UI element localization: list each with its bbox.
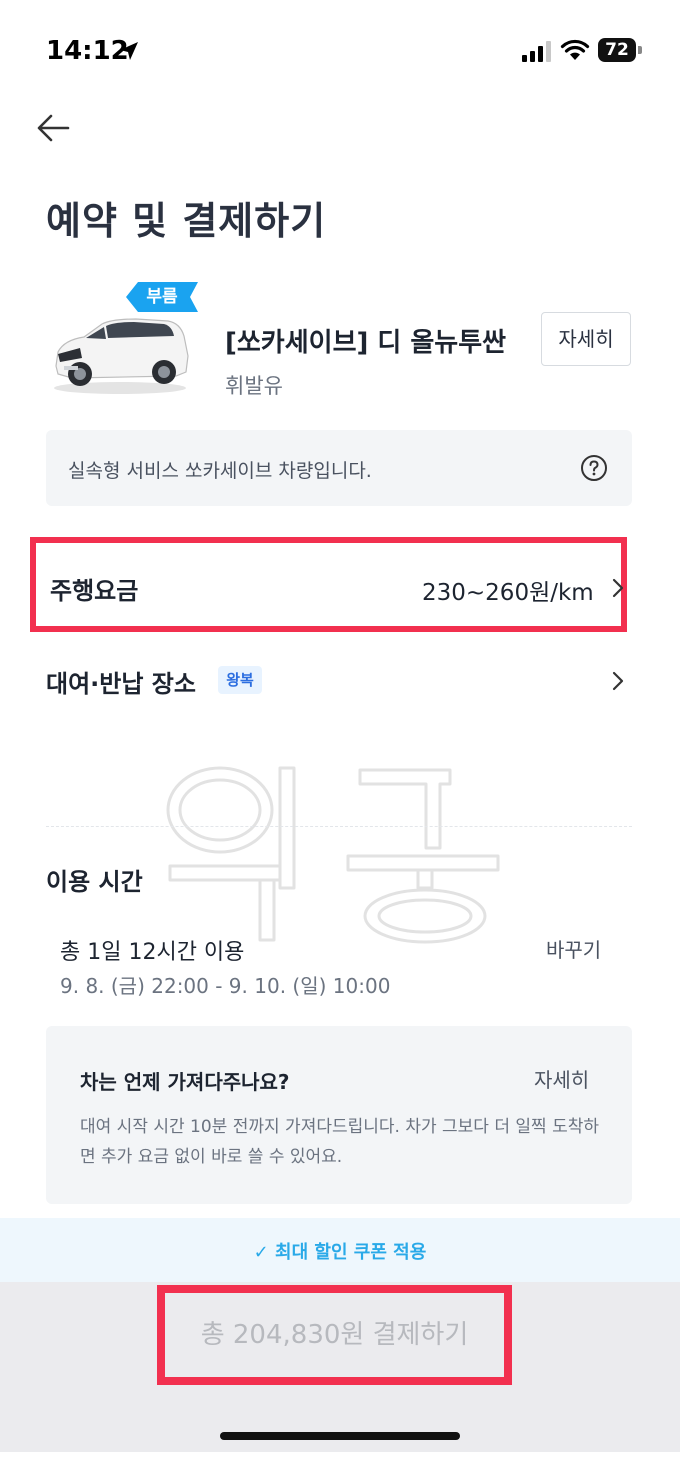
usage-time-title: 이용 시간 xyxy=(46,868,143,896)
driving-fare-value: 230~260원/km xyxy=(422,580,594,606)
delivery-description: 대여 시작 시간 10분 전까지 가져다드립니다. 차가 그보다 더 일찍 도착… xyxy=(80,1117,599,1167)
section-divider xyxy=(46,826,632,827)
battery-icon: 72 xyxy=(598,38,642,62)
home-indicator xyxy=(220,1432,460,1440)
pay-button[interactable]: 총 204,830원 결제하기 xyxy=(157,1285,512,1385)
page-title: 예약 및 결제하기 xyxy=(46,199,327,243)
location-arrow-icon xyxy=(120,42,138,60)
payment-footer: 총 204,830원 결제하기 xyxy=(0,1282,680,1452)
usage-date-range: 9. 8. (금) 22:00 - 9. 10. (일) 10:00 xyxy=(60,974,391,998)
usage-total-duration: 총 1일 12시간 이용 xyxy=(60,940,245,965)
car-image xyxy=(54,318,189,394)
battery-cap xyxy=(638,46,642,54)
status-time: 14:12 xyxy=(46,36,129,66)
round-trip-badge: 왕복 xyxy=(218,666,262,694)
coupon-banner[interactable]: ✓ 최대 할인 쿠폰 적용 xyxy=(0,1218,680,1282)
back-arrow-icon[interactable] xyxy=(34,108,74,148)
driving-fare-row[interactable]: 주행요금 230~260원/km xyxy=(30,537,627,632)
wifi-icon xyxy=(560,39,590,60)
chevron-right-icon xyxy=(612,578,624,598)
car-detail-button[interactable]: 자세히 xyxy=(541,312,631,366)
rental-return-place-row[interactable]: 대여·반납 장소 왕복 xyxy=(46,650,632,710)
car-name: [쏘카세이브] 디 올뉴투싼 xyxy=(225,328,507,358)
delivery-badge: 부름 xyxy=(146,287,178,307)
fuel-type: 휘발유 xyxy=(225,374,283,398)
question-circle-icon[interactable] xyxy=(580,454,608,482)
save-service-info: 실속형 서비스 쏘카세이브 차량입니다. xyxy=(46,430,632,506)
delivery-info-box: 차는 언제 가져다주나요? 자세히 대여 시작 시간 10분 전까지 가져다드립… xyxy=(46,1026,632,1204)
delivery-detail-link[interactable]: 자세히 xyxy=(534,1064,589,1093)
rental-return-place-label: 대여·반납 장소 xyxy=(46,670,196,698)
change-time-button[interactable]: 바꾸기 xyxy=(546,934,601,963)
chevron-right-icon xyxy=(612,671,624,691)
coupon-applied-text: ✓ 최대 할인 쿠폰 적용 xyxy=(253,1242,427,1263)
driving-fare-label: 주행요금 xyxy=(50,577,139,605)
info-text: 실속형 서비스 쏘카세이브 차량입니다. xyxy=(68,460,372,482)
status-bar: 14:12 72 xyxy=(0,0,680,100)
delivery-question: 차는 언제 가져다주나요? xyxy=(80,1070,290,1094)
signal-icon xyxy=(522,41,551,62)
watermark-graphic xyxy=(166,766,500,944)
battery-level: 72 xyxy=(598,38,636,62)
